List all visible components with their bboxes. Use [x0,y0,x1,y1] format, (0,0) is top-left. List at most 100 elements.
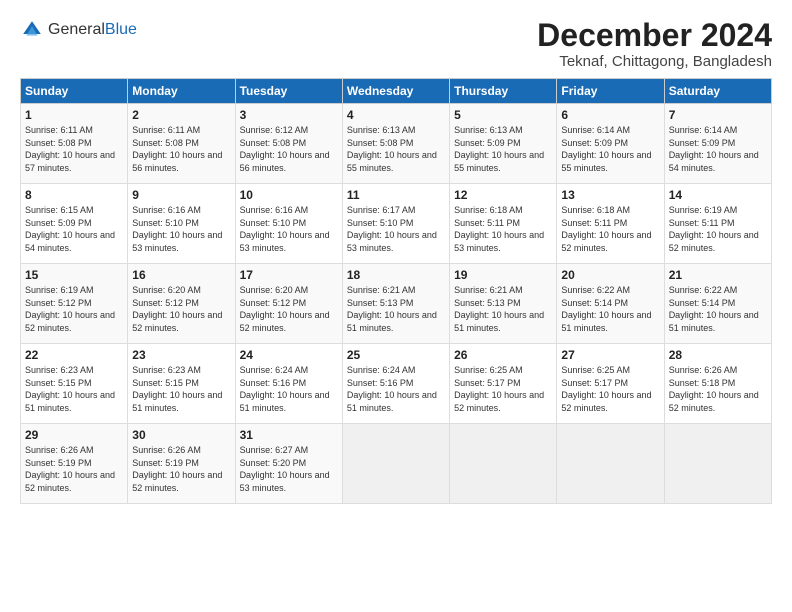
day-info: Sunrise: 6:18 AMSunset: 5:11 PMDaylight:… [454,204,552,254]
calendar-cell: 21 Sunrise: 6:22 AMSunset: 5:14 PMDaylig… [664,264,771,344]
day-number: 31 [240,428,338,442]
calendar-cell [557,424,664,504]
day-number: 10 [240,188,338,202]
page-subtitle: Teknaf, Chittagong, Bangladesh [537,53,772,70]
calendar-cell: 1 Sunrise: 6:11 AMSunset: 5:08 PMDayligh… [21,104,128,184]
calendar-header: SundayMondayTuesdayWednesdayThursdayFrid… [21,79,772,104]
day-info: Sunrise: 6:26 AMSunset: 5:19 PMDaylight:… [25,444,123,494]
calendar-week-row: 29 Sunrise: 6:26 AMSunset: 5:19 PMDaylig… [21,424,772,504]
day-info: Sunrise: 6:25 AMSunset: 5:17 PMDaylight:… [454,364,552,414]
day-info: Sunrise: 6:13 AMSunset: 5:08 PMDaylight:… [347,124,445,174]
logo-blue-text: Blue [105,21,137,39]
day-info: Sunrise: 6:19 AMSunset: 5:11 PMDaylight:… [669,204,767,254]
day-number: 22 [25,348,123,362]
logo-general: General [48,21,105,39]
day-info: Sunrise: 6:21 AMSunset: 5:13 PMDaylight:… [347,284,445,334]
calendar-cell: 4 Sunrise: 6:13 AMSunset: 5:08 PMDayligh… [342,104,449,184]
calendar-cell: 17 Sunrise: 6:20 AMSunset: 5:12 PMDaylig… [235,264,342,344]
day-info: Sunrise: 6:24 AMSunset: 5:16 PMDaylight:… [240,364,338,414]
day-info: Sunrise: 6:19 AMSunset: 5:12 PMDaylight:… [25,284,123,334]
day-number: 28 [669,348,767,362]
weekday-header: Thursday [450,79,557,104]
calendar-cell: 10 Sunrise: 6:16 AMSunset: 5:10 PMDaylig… [235,184,342,264]
page: GeneralBlue December 2024 Teknaf, Chitta… [0,0,792,612]
day-number: 12 [454,188,552,202]
title-block: December 2024 Teknaf, Chittagong, Bangla… [537,18,772,70]
calendar-cell: 3 Sunrise: 6:12 AMSunset: 5:08 PMDayligh… [235,104,342,184]
day-number: 9 [132,188,230,202]
day-number: 3 [240,108,338,122]
day-info: Sunrise: 6:26 AMSunset: 5:19 PMDaylight:… [132,444,230,494]
weekday-header: Friday [557,79,664,104]
calendar-cell: 25 Sunrise: 6:24 AMSunset: 5:16 PMDaylig… [342,344,449,424]
calendar-cell: 28 Sunrise: 6:26 AMSunset: 5:18 PMDaylig… [664,344,771,424]
calendar-cell: 5 Sunrise: 6:13 AMSunset: 5:09 PMDayligh… [450,104,557,184]
calendar-cell: 27 Sunrise: 6:25 AMSunset: 5:17 PMDaylig… [557,344,664,424]
day-info: Sunrise: 6:24 AMSunset: 5:16 PMDaylight:… [347,364,445,414]
logo-icon [20,18,44,42]
calendar-cell: 2 Sunrise: 6:11 AMSunset: 5:08 PMDayligh… [128,104,235,184]
day-info: Sunrise: 6:13 AMSunset: 5:09 PMDaylight:… [454,124,552,174]
day-info: Sunrise: 6:26 AMSunset: 5:18 PMDaylight:… [669,364,767,414]
calendar-cell: 31 Sunrise: 6:27 AMSunset: 5:20 PMDaylig… [235,424,342,504]
day-number: 13 [561,188,659,202]
day-number: 29 [25,428,123,442]
calendar-cell: 11 Sunrise: 6:17 AMSunset: 5:10 PMDaylig… [342,184,449,264]
day-number: 30 [132,428,230,442]
calendar-cell [664,424,771,504]
weekday-header: Sunday [21,79,128,104]
calendar-cell: 15 Sunrise: 6:19 AMSunset: 5:12 PMDaylig… [21,264,128,344]
day-number: 27 [561,348,659,362]
calendar-cell [342,424,449,504]
calendar-cell: 7 Sunrise: 6:14 AMSunset: 5:09 PMDayligh… [664,104,771,184]
day-info: Sunrise: 6:20 AMSunset: 5:12 PMDaylight:… [240,284,338,334]
day-number: 24 [240,348,338,362]
day-number: 19 [454,268,552,282]
calendar-cell: 20 Sunrise: 6:22 AMSunset: 5:14 PMDaylig… [557,264,664,344]
day-info: Sunrise: 6:16 AMSunset: 5:10 PMDaylight:… [240,204,338,254]
day-info: Sunrise: 6:20 AMSunset: 5:12 PMDaylight:… [132,284,230,334]
day-info: Sunrise: 6:23 AMSunset: 5:15 PMDaylight:… [25,364,123,414]
calendar-body: 1 Sunrise: 6:11 AMSunset: 5:08 PMDayligh… [21,104,772,504]
day-number: 4 [347,108,445,122]
day-number: 6 [561,108,659,122]
day-info: Sunrise: 6:12 AMSunset: 5:08 PMDaylight:… [240,124,338,174]
calendar-table: SundayMondayTuesdayWednesdayThursdayFrid… [20,78,772,504]
day-number: 5 [454,108,552,122]
calendar-cell: 6 Sunrise: 6:14 AMSunset: 5:09 PMDayligh… [557,104,664,184]
day-number: 26 [454,348,552,362]
day-info: Sunrise: 6:11 AMSunset: 5:08 PMDaylight:… [25,124,123,174]
day-number: 18 [347,268,445,282]
calendar-cell: 18 Sunrise: 6:21 AMSunset: 5:13 PMDaylig… [342,264,449,344]
day-number: 21 [669,268,767,282]
weekday-header: Monday [128,79,235,104]
day-info: Sunrise: 6:22 AMSunset: 5:14 PMDaylight:… [669,284,767,334]
calendar-week-row: 15 Sunrise: 6:19 AMSunset: 5:12 PMDaylig… [21,264,772,344]
page-title: December 2024 [537,18,772,53]
logo-text: GeneralBlue [48,21,137,39]
day-number: 2 [132,108,230,122]
day-number: 15 [25,268,123,282]
calendar-cell: 30 Sunrise: 6:26 AMSunset: 5:19 PMDaylig… [128,424,235,504]
day-number: 14 [669,188,767,202]
day-number: 20 [561,268,659,282]
calendar-cell: 23 Sunrise: 6:23 AMSunset: 5:15 PMDaylig… [128,344,235,424]
day-number: 8 [25,188,123,202]
day-info: Sunrise: 6:11 AMSunset: 5:08 PMDaylight:… [132,124,230,174]
calendar-cell: 13 Sunrise: 6:18 AMSunset: 5:11 PMDaylig… [557,184,664,264]
weekday-header: Wednesday [342,79,449,104]
calendar-cell: 14 Sunrise: 6:19 AMSunset: 5:11 PMDaylig… [664,184,771,264]
day-info: Sunrise: 6:18 AMSunset: 5:11 PMDaylight:… [561,204,659,254]
day-info: Sunrise: 6:16 AMSunset: 5:10 PMDaylight:… [132,204,230,254]
day-number: 11 [347,188,445,202]
day-number: 7 [669,108,767,122]
calendar-week-row: 22 Sunrise: 6:23 AMSunset: 5:15 PMDaylig… [21,344,772,424]
logo: GeneralBlue [20,18,137,42]
header: GeneralBlue December 2024 Teknaf, Chitta… [20,18,772,70]
day-info: Sunrise: 6:17 AMSunset: 5:10 PMDaylight:… [347,204,445,254]
calendar-cell: 12 Sunrise: 6:18 AMSunset: 5:11 PMDaylig… [450,184,557,264]
calendar-cell: 19 Sunrise: 6:21 AMSunset: 5:13 PMDaylig… [450,264,557,344]
day-info: Sunrise: 6:25 AMSunset: 5:17 PMDaylight:… [561,364,659,414]
calendar-cell: 16 Sunrise: 6:20 AMSunset: 5:12 PMDaylig… [128,264,235,344]
weekday-header: Tuesday [235,79,342,104]
